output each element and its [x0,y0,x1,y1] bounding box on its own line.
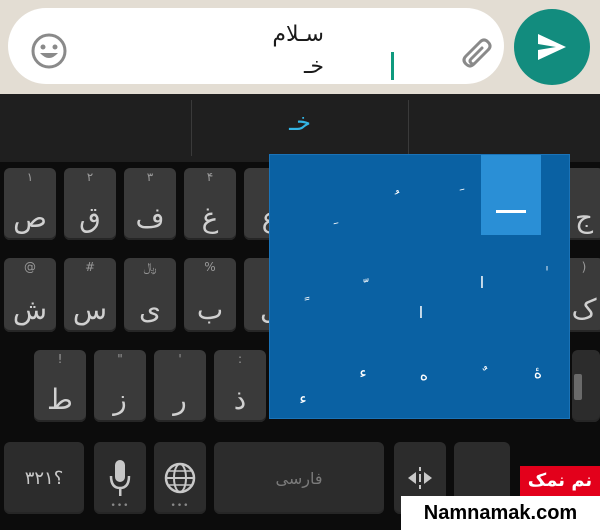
popup-mark[interactable]: ا [472,273,492,293]
suggestion-item[interactable]: خـ [192,108,408,144]
popup-mark[interactable]: ّ [352,277,372,297]
space-key[interactable]: فارسی [214,442,384,514]
popup-mark[interactable]: ء [293,389,313,409]
symbols-key[interactable]: ؟۳۲۱ [4,442,84,514]
popup-mark[interactable]: ٌ [471,365,491,385]
key-dots: ••• [170,501,190,511]
popup-mark[interactable]: ۀ [528,363,548,383]
key-zal[interactable]: : ذ [214,350,266,422]
key-shin[interactable]: @ ش [4,258,56,332]
tatweel-mark [496,210,526,213]
popup-mark[interactable]: ا [411,303,431,323]
popup-mark[interactable]: ِ [322,207,342,227]
key-ta[interactable]: ! ط [34,350,86,422]
key-edge[interactable] [572,350,600,422]
popup-mark[interactable]: ٰ [533,265,553,285]
message-line-2: خـ [303,54,324,79]
popup-selected-cell[interactable] [481,155,541,235]
key-ghein[interactable]: ۴ غ [184,168,236,240]
popup-mark[interactable]: ُ [383,189,403,209]
popup-mark[interactable]: ه [414,365,434,385]
globe-key[interactable]: ••• [154,442,206,514]
popup-mark[interactable]: ء [353,363,373,383]
key-fe[interactable]: ۳ ف [124,168,176,240]
message-line-1: سـلام [272,22,324,47]
strip-divider [408,100,409,156]
send-icon [538,34,566,60]
key-sin[interactable]: # س [64,258,116,332]
key-qaf[interactable]: ۲ ق [64,168,116,240]
popup-mark[interactable]: ً [293,295,313,315]
watermark-brand: نم نمک [520,466,600,496]
key-ye[interactable]: ﷼ ی [124,258,176,332]
key-sad[interactable]: ۱ ص [4,168,56,240]
emoji-icon[interactable] [30,32,68,70]
send-button[interactable] [514,9,590,85]
key-re[interactable]: ' ر [154,350,206,422]
compose-field[interactable]: سـلام خـ [8,8,504,84]
text-caret [391,52,394,80]
paperclip-icon[interactable] [456,34,498,74]
watermark-site: Namnamak.com [401,496,600,530]
key-edge-mark [574,374,582,400]
diacritics-popup: َ ُ ِ ٰ ا ّ ا ً ۀ ٌ ه ء ء [269,154,570,419]
key-ze[interactable]: " ز [94,350,146,422]
popup-mark[interactable]: َ [448,185,468,205]
key-dots: ••• [110,501,130,511]
key-be[interactable]: % ب [184,258,236,332]
mic-key[interactable]: ••• [94,442,146,514]
